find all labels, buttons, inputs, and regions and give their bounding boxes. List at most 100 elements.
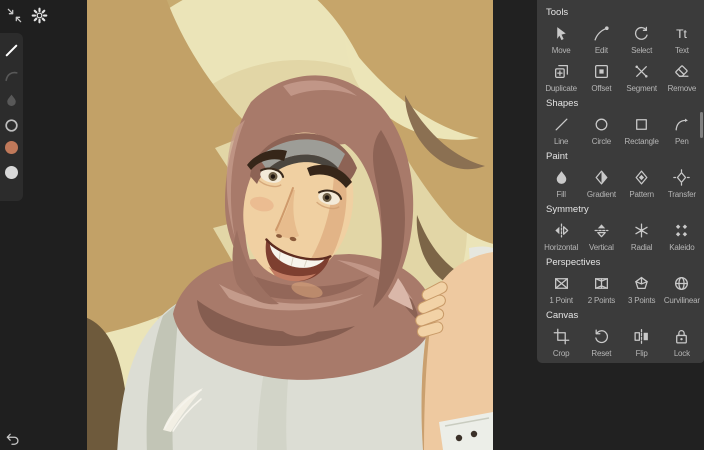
tool-button-radial[interactable]: Radial bbox=[622, 217, 662, 255]
tool-label: Gradient bbox=[586, 189, 616, 199]
curvilinear-icon bbox=[673, 274, 690, 293]
tool-label: Kaleido bbox=[669, 242, 695, 252]
collapse-icon[interactable] bbox=[5, 6, 23, 24]
tool-label: Lock bbox=[673, 348, 690, 358]
tool-button-pen[interactable]: Pen bbox=[662, 111, 702, 149]
panel-section-tools: Tools Move Edit Select Tt Text Duplicate… bbox=[541, 5, 702, 96]
rail-top-icons bbox=[5, 6, 48, 24]
tool-grid-row: Move Edit Select Tt Text bbox=[541, 20, 702, 58]
stroke-ring-icon[interactable] bbox=[2, 116, 21, 135]
tool-button-lock[interactable]: Lock bbox=[662, 323, 702, 361]
duplicate-icon bbox=[553, 62, 570, 81]
segment-icon bbox=[633, 62, 650, 81]
tool-label: Fill bbox=[556, 189, 566, 199]
tool-button-1-point[interactable]: 1 Point bbox=[541, 270, 581, 308]
tool-strip bbox=[0, 33, 23, 201]
tool-label: Line bbox=[553, 136, 569, 146]
circle-icon bbox=[593, 115, 610, 134]
tool-button-rectangle[interactable]: Rectangle bbox=[622, 111, 662, 149]
panel-section-shapes: Shapes Line Circle Rectangle Pen bbox=[541, 96, 702, 149]
crop-icon bbox=[553, 327, 570, 346]
section-title: Perspectives bbox=[546, 257, 601, 268]
section-title: Symmetry bbox=[546, 204, 589, 215]
tool-button-select[interactable]: Select bbox=[622, 20, 662, 58]
tool-button-segment[interactable]: Segment bbox=[622, 58, 662, 96]
section-title: Tools bbox=[546, 7, 569, 18]
tool-button-crop[interactable]: Crop bbox=[541, 323, 581, 361]
tool-label: Move bbox=[551, 45, 571, 55]
gear-icon[interactable] bbox=[30, 6, 48, 24]
tool-label: Crop bbox=[552, 348, 570, 358]
kaleido-icon bbox=[673, 221, 690, 240]
fill-tool-icon[interactable] bbox=[2, 91, 21, 110]
select-icon bbox=[633, 24, 650, 43]
text-icon: Tt bbox=[673, 24, 690, 43]
rectangle-icon bbox=[633, 115, 650, 134]
tool-label: 1 Point bbox=[549, 295, 573, 305]
tool-button-offset[interactable]: Offset bbox=[581, 58, 621, 96]
panel-scrollbar[interactable] bbox=[700, 112, 703, 138]
tool-button-2-points[interactable]: 2 Points bbox=[581, 270, 621, 308]
panel-section-perspectives: Perspectives 1 Point 2 Points 3 Points C… bbox=[541, 255, 702, 308]
tool-label: Reset bbox=[591, 348, 612, 358]
tool-button-flip[interactable]: Flip bbox=[622, 323, 662, 361]
tool-label: Flip bbox=[635, 348, 648, 358]
artwork bbox=[87, 0, 493, 450]
remove-icon bbox=[673, 62, 690, 81]
tool-label: Text bbox=[674, 45, 689, 55]
tool-label: Pen bbox=[675, 136, 689, 146]
undo-icon bbox=[4, 430, 21, 447]
tool-button-line[interactable]: Line bbox=[541, 111, 581, 149]
tool-label: Remove bbox=[667, 83, 697, 93]
fill-color-swatch[interactable] bbox=[5, 141, 18, 154]
reset-icon bbox=[593, 327, 610, 346]
stroke-color-swatch[interactable] bbox=[5, 166, 18, 179]
radial-symmetry-icon bbox=[633, 221, 650, 240]
curve-tool-icon[interactable] bbox=[2, 66, 21, 85]
lock-icon bbox=[673, 327, 690, 346]
tool-button-text[interactable]: Tt Text bbox=[662, 20, 702, 58]
tool-grid-row: Line Circle Rectangle Pen bbox=[541, 111, 702, 149]
tool-label: 2 Points bbox=[587, 295, 616, 305]
tool-button-transfer[interactable]: Transfer bbox=[662, 164, 702, 202]
tool-button-gradient[interactable]: Gradient bbox=[581, 164, 621, 202]
pen-icon bbox=[673, 115, 690, 134]
transfer-icon bbox=[673, 168, 691, 187]
three-points-icon bbox=[633, 274, 650, 293]
tool-panel: Tools Move Edit Select Tt Text Duplicate… bbox=[537, 0, 704, 363]
tool-label: Edit bbox=[594, 45, 608, 55]
gradient-icon bbox=[593, 168, 610, 187]
tool-label: Vertical bbox=[589, 242, 614, 252]
tool-button-pattern[interactable]: Pattern bbox=[622, 164, 662, 202]
tool-label: Segment bbox=[626, 83, 657, 93]
tool-grid-row: 1 Point 2 Points 3 Points Curvilinear bbox=[541, 270, 702, 308]
tool-label: Rectangle bbox=[624, 136, 659, 146]
tool-label: Duplicate bbox=[545, 83, 577, 93]
pattern-icon bbox=[633, 168, 650, 187]
tool-button-vertical[interactable]: Vertical bbox=[581, 217, 621, 255]
two-points-icon bbox=[593, 274, 610, 293]
undo-button[interactable] bbox=[4, 430, 20, 446]
tool-button-curvilinear[interactable]: Curvilinear bbox=[662, 270, 702, 308]
tool-label: Radial bbox=[630, 242, 653, 252]
tool-button-fill[interactable]: Fill bbox=[541, 164, 581, 202]
fill-icon bbox=[553, 168, 570, 187]
tool-button-reset[interactable]: Reset bbox=[581, 323, 621, 361]
tool-label: Pattern bbox=[629, 189, 654, 199]
tool-button-duplicate[interactable]: Duplicate bbox=[541, 58, 581, 96]
drawing-canvas[interactable] bbox=[87, 0, 493, 450]
tool-button-circle[interactable]: Circle bbox=[581, 111, 621, 149]
tool-label: Transfer bbox=[667, 189, 696, 199]
tool-button-horizontal[interactable]: Horizontal bbox=[541, 217, 581, 255]
edit-icon bbox=[593, 24, 610, 43]
tool-button-3-points[interactable]: 3 Points bbox=[622, 270, 662, 308]
tool-button-remove[interactable]: Remove bbox=[662, 58, 702, 96]
tool-button-kaleido[interactable]: Kaleido bbox=[662, 217, 702, 255]
tool-button-move[interactable]: Move bbox=[541, 20, 581, 58]
panel-section-paint: Paint Fill Gradient Pattern Transfer bbox=[541, 149, 702, 202]
section-title: Canvas bbox=[546, 310, 579, 321]
one-point-icon bbox=[553, 274, 570, 293]
pen-tool-icon[interactable] bbox=[2, 41, 21, 60]
tool-button-edit[interactable]: Edit bbox=[581, 20, 621, 58]
tool-label: Circle bbox=[591, 136, 611, 146]
